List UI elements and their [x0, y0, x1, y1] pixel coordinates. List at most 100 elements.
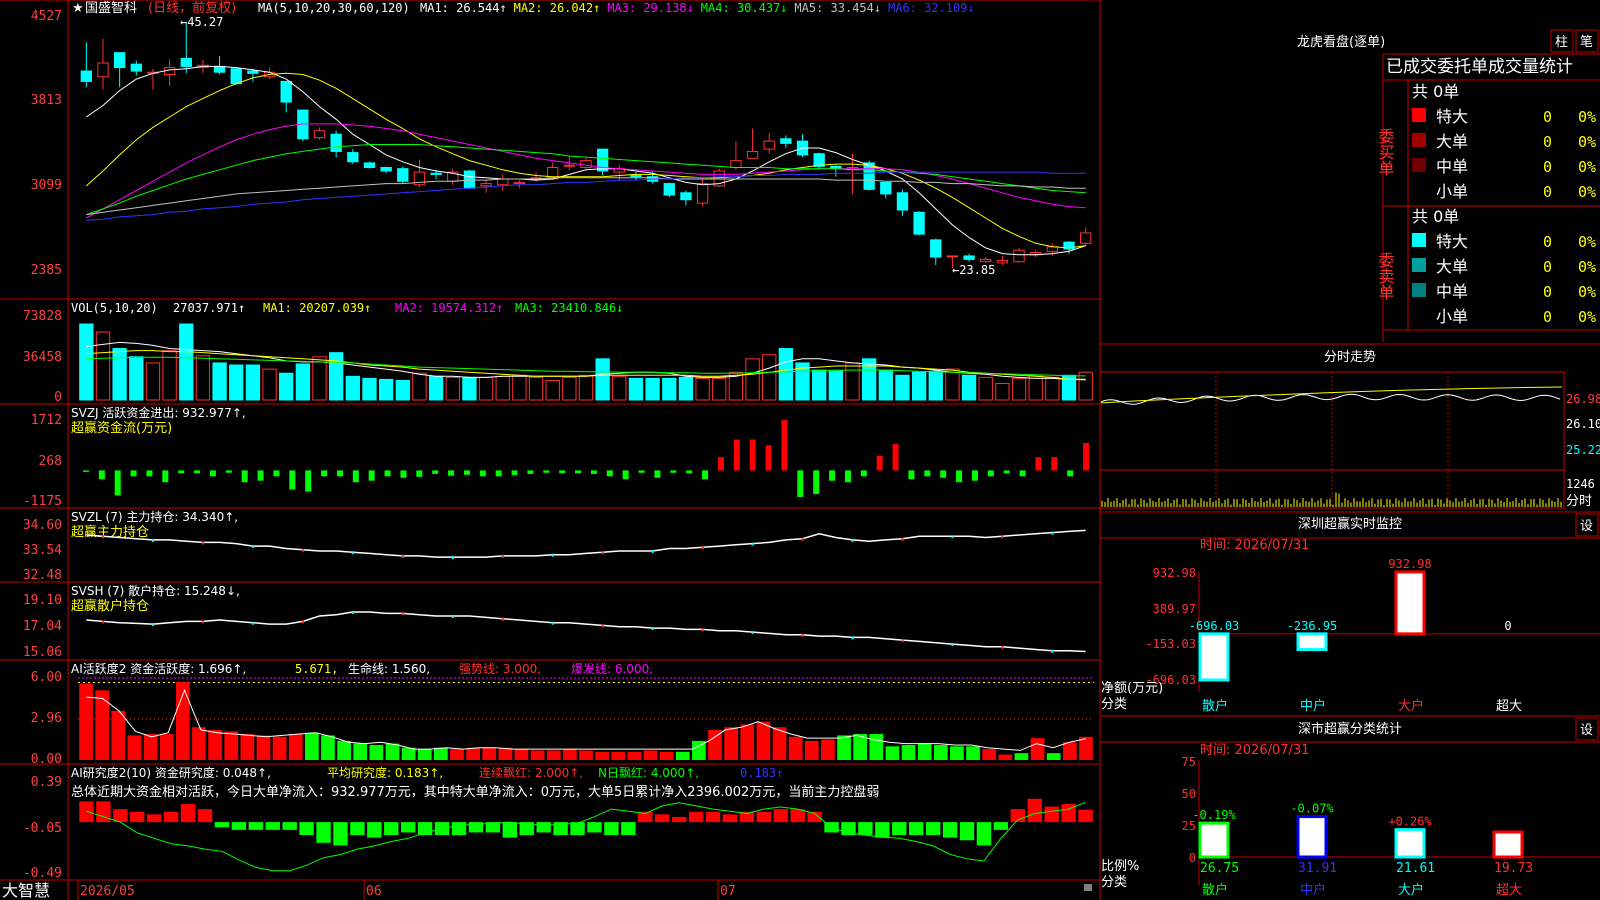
classify-tick: 50 [1182, 787, 1196, 801]
classify-category: 中户 [1300, 882, 1326, 898]
fund-flow-bar [956, 470, 963, 483]
ai-research-tick: 0.39 [31, 775, 62, 790]
svzl-tick: 32.48 [23, 568, 62, 583]
svsh-subtitle: 超赢散户持仓 [71, 598, 149, 614]
ai-research-bar [350, 822, 365, 836]
ai-active-bar [1014, 753, 1029, 760]
main-holding-line-tick [751, 542, 754, 546]
retail-holding-line-tick [101, 620, 104, 624]
retail-holding-line-tick [301, 620, 304, 624]
retail-holding-line-tick [351, 611, 354, 615]
volume-bar [978, 376, 993, 401]
ai-research-bar [570, 822, 585, 836]
ai-active-bar [498, 747, 513, 760]
retail-holding-line-tick [1051, 649, 1054, 653]
candle [280, 80, 292, 103]
fund-flow-bar [844, 470, 851, 483]
chart-mode[interactable]: (日线，前复权) [148, 0, 236, 16]
ai-active-bar [546, 750, 561, 760]
order-pct: 0% [1578, 133, 1596, 151]
ai-active-bar [966, 746, 980, 760]
ai-active-bar [127, 735, 142, 760]
fund-flow-bar [559, 470, 566, 474]
classify-change: -0.07% [1290, 802, 1334, 816]
volume-bar [828, 370, 843, 401]
ai-active-bars [78, 677, 1094, 760]
star-icon: ★ [72, 1, 84, 16]
date-label: 06 [366, 884, 382, 899]
order-size-label: 小单 [1436, 182, 1468, 201]
fund-flow-bar [1019, 470, 1026, 477]
ai-active-bar [869, 734, 884, 760]
ai-active-bar [756, 721, 771, 760]
monitor-category: 超大 [1496, 699, 1522, 714]
fund-flow-bars [82, 420, 1090, 497]
ai-active-bar [385, 743, 400, 760]
order-pct: 0% [1578, 283, 1596, 301]
volume-bar [1011, 377, 1027, 401]
ai-research-bar [892, 822, 907, 836]
left-chart-area [0, 0, 1101, 900]
price-tick: 3813 [31, 93, 62, 108]
candle [930, 239, 942, 258]
ma-line [86, 144, 1086, 216]
ma-value: MA3: 29.138↓ [607, 1, 694, 15]
classify-bars: -0.19% 26.75 散户 -0.07% 31.91 中户 +0.26% 21.61 大户 1… [1192, 802, 1533, 898]
ai-active-bar [337, 740, 351, 760]
ma-line [86, 171, 1086, 221]
fund-flow-bar [82, 470, 89, 472]
fund-flow-bar [686, 470, 693, 474]
svzj-tick: 1712 [31, 413, 62, 428]
svzl-tick: 34.60 [23, 518, 62, 533]
monitor-value: -236.95 [1287, 619, 1338, 633]
ai-active-bar [417, 749, 432, 760]
candle [630, 175, 642, 178]
ai-active-bar [401, 747, 416, 760]
ai-research-bar [587, 822, 602, 833]
ai-research-bar [604, 822, 619, 836]
fund-flow-bar [702, 470, 709, 480]
monitor-category: 中户 [1300, 698, 1326, 714]
date-label: 07 [720, 884, 736, 899]
volume-bar [762, 354, 777, 401]
legend-swatch [1412, 133, 1426, 147]
candle [180, 57, 192, 67]
ma-value: MA6: 32.109↓ [888, 1, 975, 15]
svzj-subtitle: 超赢资金流(万元) [71, 420, 172, 436]
monitor-category: 散户 [1202, 698, 1228, 714]
main-holding-line-tick [501, 554, 504, 558]
classify-xlabel: 分类 [1101, 875, 1127, 890]
volume-bar [628, 377, 644, 401]
retail-holding-line-tick [701, 628, 704, 632]
vol-title: VOL(5,10,20) [71, 301, 158, 315]
volume-bar [645, 377, 660, 401]
legend-swatch [1412, 233, 1426, 247]
order-qty: 0 [1543, 108, 1552, 126]
lock-icon[interactable] [1084, 884, 1092, 891]
candle [497, 178, 509, 186]
volume-bar [545, 379, 560, 401]
ai-research-bar [180, 803, 196, 823]
ai-research-bar [384, 822, 399, 836]
vol-ma3: MA3: 23410.846↓ [515, 301, 623, 315]
monitor-bar [1198, 632, 1230, 682]
stock-name[interactable]: 国盛智科 [85, 1, 137, 16]
fund-flow-bar [1083, 442, 1090, 471]
candle [680, 192, 692, 201]
order-size-label: 特大 [1436, 232, 1468, 251]
order-pct: 0% [1578, 158, 1596, 176]
fund-flow-bar [749, 439, 756, 471]
svzl-tick: 33.54 [23, 543, 62, 558]
monitor-xlabel: 分类 [1101, 697, 1127, 712]
candle [946, 255, 959, 258]
monitor-tick: -153.03 [1145, 637, 1196, 651]
ai-active-tick: 6.00 [31, 670, 62, 685]
retail-holding-line-tick [951, 643, 954, 647]
ai-research-bar [858, 822, 873, 836]
fund-flow-bar [717, 457, 724, 471]
candle [763, 140, 775, 150]
retail-holding-line-tick [751, 631, 754, 635]
volume-bar [845, 362, 860, 401]
volume-bar [961, 374, 977, 401]
stock-terminal: ★ 国盛智科 (日线，前复权) MA(5,10,20,30,60,120) MA… [0, 0, 1600, 900]
